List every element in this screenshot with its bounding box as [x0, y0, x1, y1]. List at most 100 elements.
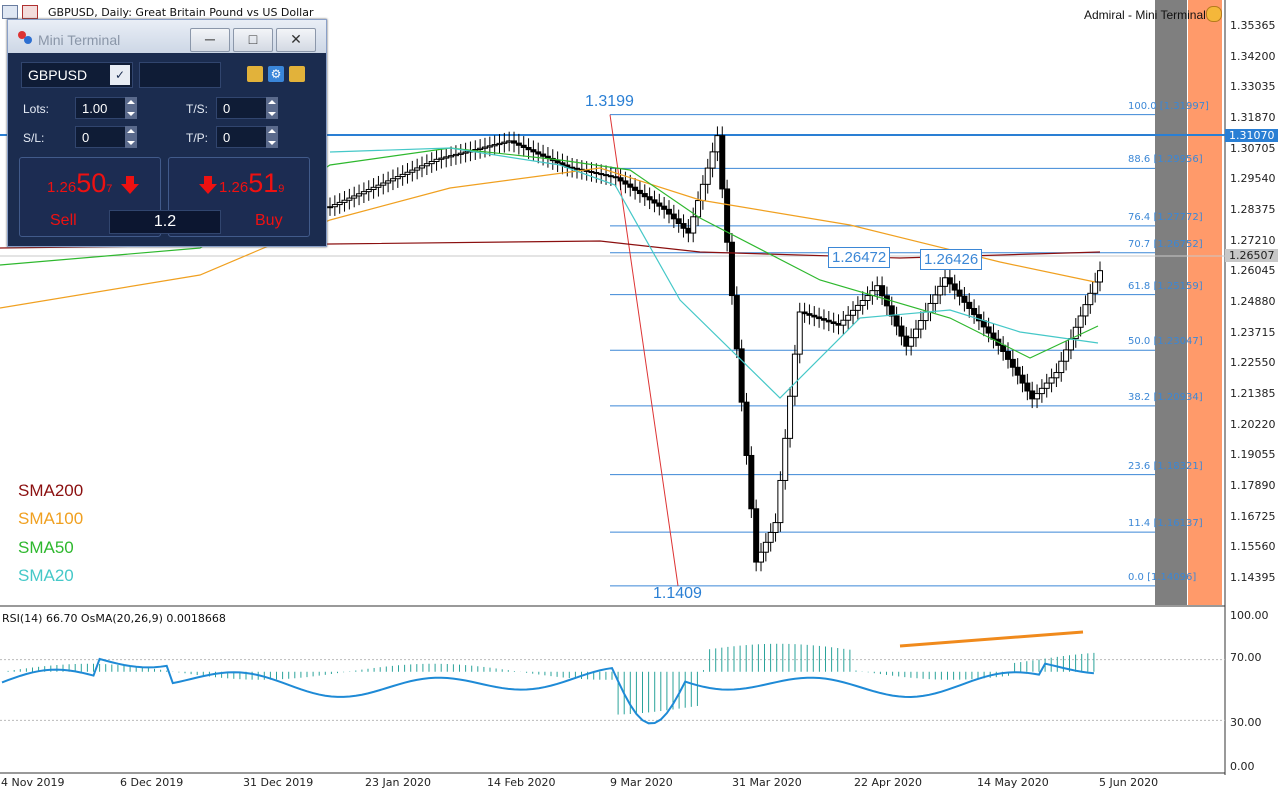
copy-icon[interactable] [247, 66, 263, 82]
candle-body [385, 180, 392, 184]
candle-body [787, 395, 794, 439]
candle-body [966, 301, 973, 309]
candle-body [845, 314, 852, 321]
candle-body [859, 299, 866, 306]
candle-body [501, 141, 508, 144]
date-tick-label: 31 Mar 2020 [732, 776, 802, 789]
candle-body [835, 323, 842, 326]
candle-body [554, 160, 561, 164]
mini-terminal-title: Mini Terminal [38, 32, 121, 48]
candle-body [515, 142, 522, 146]
sl-stepper[interactable] [125, 126, 137, 148]
candle-body [646, 196, 653, 201]
candle-body [1024, 382, 1031, 392]
candle-body [883, 295, 890, 307]
candle-body [733, 295, 740, 350]
price-tick-label: 1.23715 [1230, 325, 1276, 339]
candle-body [912, 328, 919, 339]
candle-body [525, 146, 532, 151]
sl-input[interactable]: 0 [75, 126, 127, 148]
candle-body [675, 218, 682, 225]
candle-body [1019, 374, 1026, 384]
candle-body [598, 173, 605, 176]
minimize-button[interactable]: ─ [190, 28, 230, 52]
price-tick-label: 1.35365 [1230, 19, 1276, 32]
candle-body [661, 205, 668, 210]
rsi-line [1, 657, 1094, 725]
candle-body [627, 183, 634, 188]
price-tick-label: 1.20220 [1230, 417, 1276, 431]
mini-terminal-window[interactable]: Mini Terminal ─ □ ✕ GBPUSD ✓ ⚙ Lots: 1.0… [7, 19, 327, 247]
candle-body [603, 174, 610, 177]
chart-window-icon-2 [22, 5, 38, 19]
buy-arrow-icon [204, 176, 212, 184]
candle-body [714, 135, 721, 153]
candle-body [617, 177, 624, 182]
chevron-down-icon[interactable]: ✓ [110, 65, 130, 85]
indicator-caption: RSI(14) 66.70 OsMA(20,26,9) 0.0018668 [2, 612, 226, 625]
candle-body [365, 188, 372, 193]
ts-stepper[interactable] [266, 97, 278, 119]
candle-body [1077, 315, 1084, 328]
candle-body [496, 142, 503, 146]
candle-body [1087, 292, 1094, 306]
lots-stepper[interactable] [125, 97, 137, 119]
date-tick-label: 23 Jan 2020 [365, 776, 431, 789]
candle-body [1082, 304, 1089, 317]
candle-body [1034, 393, 1041, 400]
candle-body [903, 335, 910, 347]
candle-body [535, 151, 542, 155]
price-tick-label: 1.14395 [1230, 571, 1276, 584]
candle-body [1038, 387, 1045, 395]
candle-body [433, 158, 440, 162]
candle-body [937, 285, 944, 296]
lots-input[interactable]: 1.00 [75, 97, 127, 119]
price-tick-label: 1.30705 [1230, 141, 1276, 155]
gear-icon[interactable]: ⚙ [268, 66, 284, 82]
fibo-level-label: 38.2 [1.20934] [1128, 391, 1203, 403]
candle-body [370, 186, 377, 190]
candle-body [690, 216, 697, 234]
ts-input[interactable]: 0 [216, 97, 268, 119]
resistance-box-2[interactable]: 1.26426 [920, 249, 983, 270]
candle-body [753, 508, 760, 563]
grid-icon[interactable] [289, 66, 305, 82]
current-price-label: 1.26507 [1229, 249, 1275, 262]
candle-body [762, 541, 769, 553]
candle-body [404, 171, 411, 175]
buy-price-prefix: 1.26 [219, 179, 249, 196]
candle-body [951, 283, 958, 291]
candle-body [511, 140, 518, 144]
sma20-line [329, 147, 1099, 399]
symbol-select[interactable]: GBPUSD ✓ [21, 62, 133, 88]
indicator-level-30: 30.00 [1230, 716, 1262, 729]
candle-body [1014, 366, 1021, 376]
expert-label: Admiral - Mini Terminal [1084, 8, 1206, 22]
candle-body [1004, 350, 1011, 360]
fibo-low-label: 1.1409 [653, 585, 702, 602]
candle-body [481, 146, 488, 149]
candle-body [394, 176, 401, 180]
sell-price-prefix: 1.26 [47, 179, 77, 196]
candle-body [593, 171, 600, 175]
close-button[interactable]: ✕ [276, 28, 316, 52]
tp-input[interactable]: 0 [216, 126, 268, 148]
candle-body [530, 149, 537, 153]
candle-body [758, 551, 765, 563]
candle-body [854, 304, 861, 311]
tp-stepper[interactable] [266, 126, 278, 148]
maximize-button[interactable]: □ [233, 28, 273, 52]
resistance-box-1[interactable]: 1.26472 [828, 247, 891, 268]
candle-body [709, 151, 716, 169]
candle-body [491, 144, 498, 147]
candle-body [942, 277, 949, 287]
symbol-extra-field[interactable] [139, 62, 221, 88]
candle-body [728, 241, 735, 297]
candle-body [1009, 358, 1016, 368]
candle-body [767, 531, 774, 543]
candle-body [699, 183, 706, 202]
mini-terminal-titlebar[interactable]: Mini Terminal ─ □ ✕ [8, 20, 326, 53]
candle-body [1000, 344, 1007, 352]
candle-body [961, 295, 968, 303]
fibo-level-label: 76.4 [1.27772] [1128, 211, 1203, 223]
